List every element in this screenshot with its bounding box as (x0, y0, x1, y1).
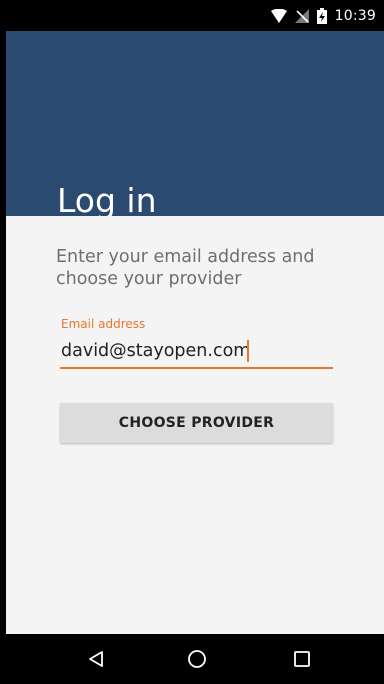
home-button[interactable] (183, 645, 211, 673)
app-bar: Log in (6, 31, 384, 220)
no-signal-icon (294, 9, 309, 23)
recents-button[interactable] (288, 645, 316, 673)
wifi-icon (270, 9, 287, 23)
status-icons: 10:39 (270, 7, 376, 25)
login-form: Enter your email address and choose your… (6, 216, 384, 634)
home-icon (188, 650, 206, 668)
navigation-bar (6, 634, 384, 684)
email-field-underline (60, 367, 333, 369)
email-field[interactable] (60, 334, 332, 367)
status-bar: 10:39 (6, 0, 384, 31)
back-button[interactable] (82, 645, 110, 673)
recents-icon (294, 651, 310, 667)
battery-charging-icon (316, 8, 327, 24)
intro-text: Enter your email address and choose your… (56, 247, 315, 289)
page-title: Log in (57, 181, 157, 220)
email-label: Email address (61, 317, 146, 331)
status-time: 10:39 (334, 8, 376, 24)
text-caret (247, 340, 249, 362)
back-icon (89, 651, 103, 667)
choose-provider-button[interactable]: CHOOSE PROVIDER (60, 403, 333, 443)
phone-screen: 10:39 Log in Enter your email address an… (0, 0, 384, 684)
